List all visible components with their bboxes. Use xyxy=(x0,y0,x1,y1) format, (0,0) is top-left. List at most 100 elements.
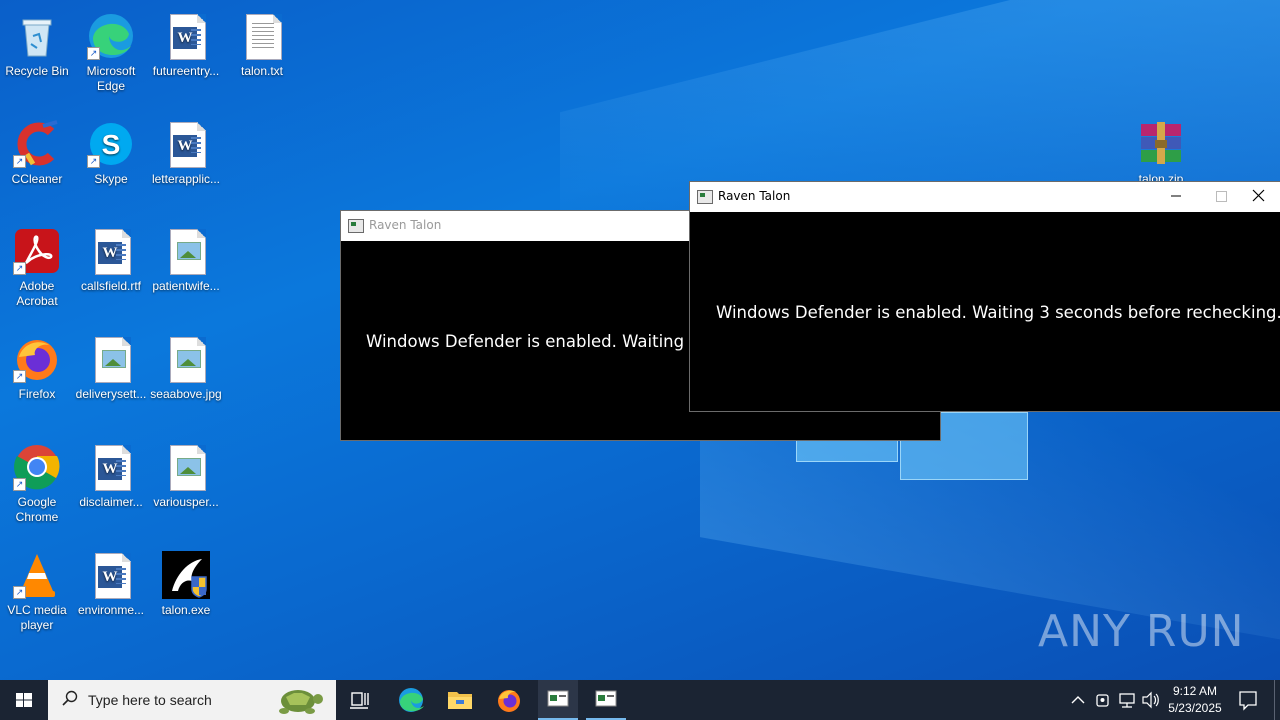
console-app-icon xyxy=(348,219,364,233)
network-icon xyxy=(1119,693,1135,708)
taskbar-console-2[interactable] xyxy=(586,680,626,720)
clock[interactable]: 9:12 AM 5/23/2025 xyxy=(1160,680,1230,720)
icon-label: Adobe Acrobat xyxy=(16,279,58,308)
word-doc-icon: W xyxy=(87,227,135,275)
maximize-icon xyxy=(1215,191,1227,202)
chrome-icon: ↗ xyxy=(13,443,61,491)
search-icon xyxy=(62,690,78,711)
chevron-up-icon xyxy=(1071,696,1085,704)
desktop-icon-deliverysett[interactable]: deliverysett... xyxy=(74,329,148,402)
task-view-icon xyxy=(350,692,369,709)
desktop-icon-talon-exe[interactable]: talon.exe xyxy=(149,545,223,618)
desktop-icon-google-chrome[interactable]: ↗ Google Chrome xyxy=(0,437,74,525)
desktop-icon-talon-txt[interactable]: talon.txt xyxy=(225,6,299,79)
icon-label: seaabove.jpg xyxy=(150,387,222,401)
acrobat-icon: ↗ xyxy=(13,227,61,275)
desktop-icon-recycle-bin[interactable]: Recycle Bin xyxy=(0,6,74,79)
svg-text:S: S xyxy=(102,129,121,160)
desktop-icon-seaabove[interactable]: seaabove.jpg xyxy=(149,329,223,402)
console-app-icon xyxy=(547,690,569,707)
meet-now-icon xyxy=(1096,694,1109,707)
edge-icon: ↗ xyxy=(87,12,135,60)
notification-icon xyxy=(1239,691,1257,711)
icon-label: patientwife... xyxy=(152,279,220,293)
vlc-icon: ↗ xyxy=(13,551,61,599)
tray-network[interactable] xyxy=(1116,680,1138,720)
taskbar-firefox[interactable] xyxy=(491,680,527,720)
edge-icon xyxy=(399,688,424,712)
close-button[interactable] xyxy=(1235,182,1280,212)
desktop-icon-adobe-acrobat[interactable]: ↗ Adobe Acrobat xyxy=(0,221,74,309)
recycle-bin-icon xyxy=(13,12,61,60)
turtle-icon xyxy=(279,690,323,714)
ccleaner-icon: ↗ xyxy=(13,120,61,168)
desktop-icon-skype[interactable]: S ↗ Skype xyxy=(74,114,148,187)
console-output: Windows Defender is enabled. Waiting 3 s… xyxy=(716,303,1280,322)
desktop-icon-disclaimer[interactable]: W disclaimer... xyxy=(74,437,148,510)
icon-label: letterapplic... xyxy=(151,172,221,186)
icon-label: CCleaner xyxy=(11,172,63,186)
desktop-icon-vlc[interactable]: ↗ VLC media player xyxy=(0,545,74,633)
taskbar-console-1[interactable] xyxy=(538,680,578,720)
desktop-icon-microsoft-edge[interactable]: ↗ Microsoft Edge xyxy=(74,6,148,94)
clock-time: 9:12 AM xyxy=(1172,684,1218,698)
image-file-icon xyxy=(87,335,135,383)
console-window-front[interactable]: Raven Talon Windows Defender is enabled.… xyxy=(689,181,1280,412)
icon-label: Skype xyxy=(94,172,128,186)
minimize-button[interactable] xyxy=(1153,182,1199,212)
taskbar-edge[interactable] xyxy=(393,680,429,720)
windows-start-icon xyxy=(16,693,32,707)
desktop-icon-futureentry[interactable]: W futureentry... xyxy=(149,6,223,79)
desktop-icon-patientwife[interactable]: patientwife... xyxy=(149,221,223,294)
speaker-icon xyxy=(1142,691,1159,709)
anyrun-watermark: ANY RUN xyxy=(1038,606,1245,657)
icon-label: variousper... xyxy=(153,495,219,509)
taskbar-search[interactable]: Type here to search xyxy=(48,680,336,720)
show-hidden-icons-button[interactable] xyxy=(1068,680,1088,720)
window-title: Raven Talon xyxy=(718,189,791,203)
folder-icon xyxy=(448,692,472,709)
image-file-icon xyxy=(162,227,210,275)
action-center-button[interactable] xyxy=(1232,680,1264,720)
talon-exe-icon xyxy=(162,551,210,599)
skype-icon: S ↗ xyxy=(87,120,135,168)
console-app-icon xyxy=(595,690,617,707)
tray-meet-now[interactable] xyxy=(1092,680,1114,720)
window-title: Raven Talon xyxy=(369,218,442,232)
tray-volume[interactable] xyxy=(1140,680,1162,720)
icon-label: Google Chrome xyxy=(15,495,59,524)
text-file-icon xyxy=(238,12,286,60)
close-icon xyxy=(1252,189,1264,202)
desktop-icon-talon-zip[interactable]: talon.zip xyxy=(1124,114,1198,187)
image-file-icon xyxy=(162,335,210,383)
taskbar-file-explorer[interactable] xyxy=(442,680,478,720)
icon-label: VLC media player xyxy=(7,603,67,632)
word-doc-icon: W xyxy=(87,443,135,491)
desktop-icon-environme[interactable]: W environme... xyxy=(74,545,148,618)
show-desktop-button[interactable] xyxy=(1274,680,1280,720)
word-doc-icon: W xyxy=(87,551,135,599)
desktop-icon-callsfield[interactable]: W callsfield.rtf xyxy=(74,221,148,294)
icon-label: Firefox xyxy=(18,387,56,401)
start-button[interactable] xyxy=(0,680,48,720)
desktop-icon-letterapplic[interactable]: W letterapplic... xyxy=(149,114,223,187)
icon-label: talon.exe xyxy=(161,603,211,617)
taskbar: Type here to search 9:12 AM 5/23/2025 xyxy=(0,680,1280,720)
console-output: Windows Defender is enabled. Waiting 3 xyxy=(366,332,700,351)
firefox-icon xyxy=(498,690,520,712)
console-app-icon xyxy=(697,190,713,204)
icon-label: talon.txt xyxy=(240,64,284,78)
icon-label: Recycle Bin xyxy=(5,64,69,78)
word-doc-icon: W xyxy=(162,12,210,60)
task-view-button[interactable] xyxy=(344,680,376,720)
desktop-icon-variousper[interactable]: variousper... xyxy=(149,437,223,510)
clock-date: 5/23/2025 xyxy=(1168,701,1222,715)
icon-label: callsfield.rtf xyxy=(80,279,142,293)
icon-label: futureentry... xyxy=(152,64,220,78)
icon-label: Microsoft Edge xyxy=(86,64,136,93)
search-placeholder: Type here to search xyxy=(88,692,212,708)
desktop-icon-ccleaner[interactable]: ↗ CCleaner xyxy=(0,114,74,187)
desktop-icon-firefox[interactable]: ↗ Firefox xyxy=(0,329,74,402)
titlebar[interactable]: Raven Talon xyxy=(690,182,1280,212)
image-file-icon xyxy=(162,443,210,491)
